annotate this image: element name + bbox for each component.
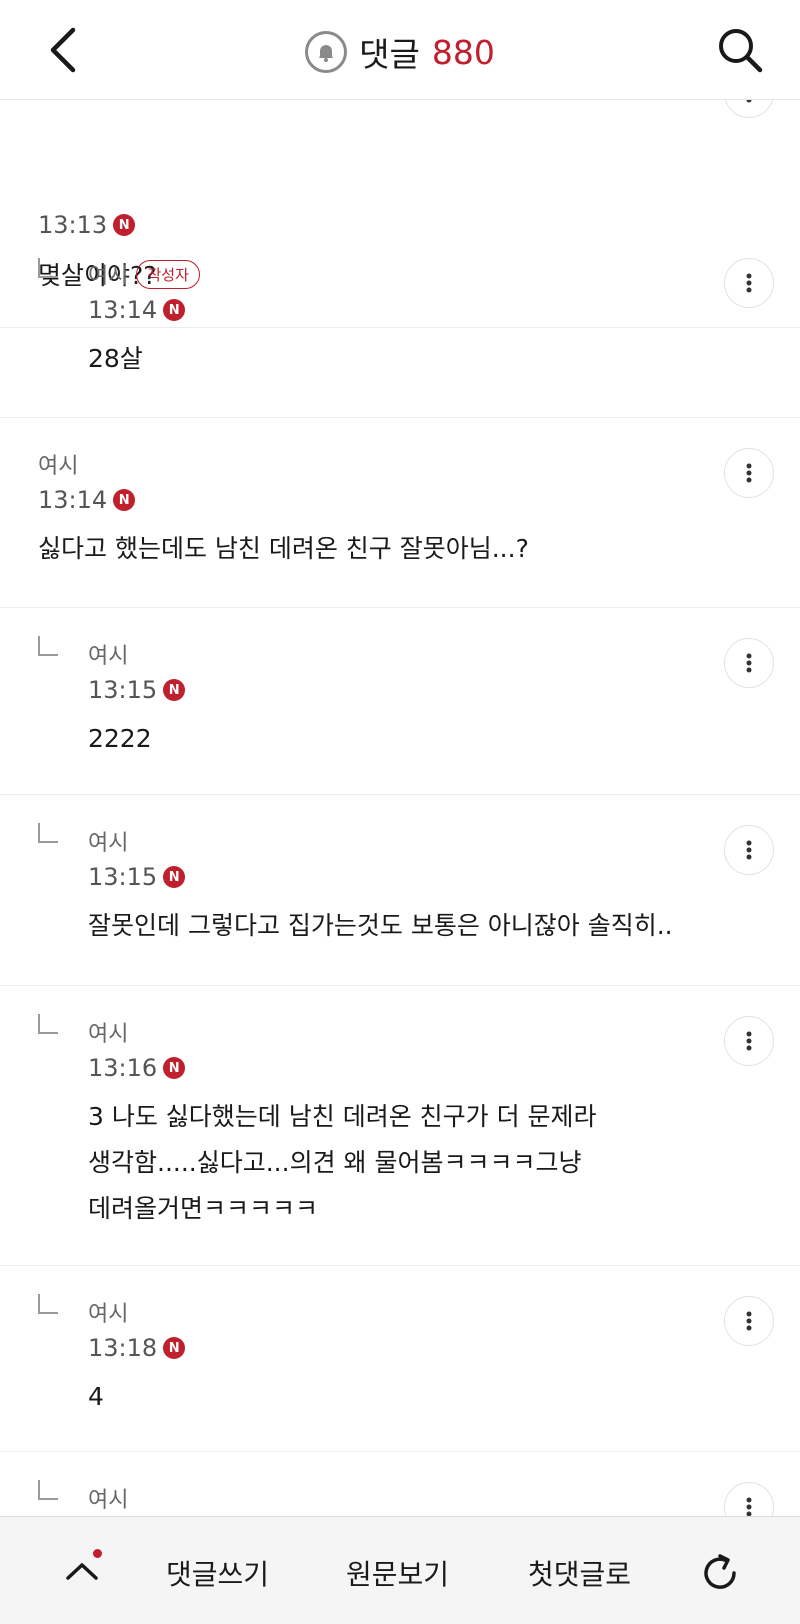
more-vertical-icon: [746, 1311, 752, 1331]
comment-time: 13:14 N: [38, 486, 136, 514]
comment-author: 여시: [38, 454, 79, 479]
write-comment-button[interactable]: 댓글쓰기: [166, 1553, 269, 1593]
comment-author: 여시 작성자: [88, 258, 200, 290]
reply-indicator-icon: [38, 1014, 58, 1034]
comment-time: 13:18 N: [88, 1334, 186, 1362]
comment-item: 여시 작성자 13:14 N 28살: [0, 228, 800, 418]
comment-text: 4: [88, 1382, 104, 1411]
new-badge: N: [163, 679, 186, 701]
comment-item: 여시 13:15 N 2222: [0, 608, 800, 795]
comment-time: 13:15 N: [88, 676, 186, 704]
comment-item: 여시 13:18 N 4: [0, 1266, 800, 1452]
more-options-button[interactable]: [724, 1016, 774, 1066]
new-badge: N: [163, 1057, 186, 1079]
comment-count: 880: [431, 32, 495, 72]
comment-author: 여시: [88, 1302, 129, 1327]
comment-author: 여시: [88, 1488, 129, 1513]
reply-indicator-icon: [38, 1294, 58, 1314]
more-options-button[interactable]: [724, 825, 774, 875]
more-vertical-icon: [746, 1031, 752, 1051]
more-vertical-icon: [746, 653, 752, 673]
more-options-button[interactable]: [724, 638, 774, 688]
top-bar: 댓글 880: [0, 0, 800, 100]
reply-indicator-icon: [38, 823, 58, 843]
comment-item: 여시 13:16 N 3 나도 싫다했는데 남친 데려온 친구가 더 문제라 생각…: [0, 986, 800, 1266]
refresh-icon: [704, 1554, 736, 1589]
page-title: 댓글: [359, 35, 420, 74]
comment-text-line: 생각함.....싫다고...의견 왜 물어봄ㅋㅋㅋㅋ그냥: [88, 1148, 582, 1177]
comment-text-line: 3 나도 싫다했는데 남친 데려온 친구가 더 문제라: [88, 1102, 597, 1131]
more-vertical-icon: [746, 1497, 752, 1516]
comment-item: 여시 13:14 N 싫다고 했는데도 남친 데려온 친구 잘못아님...?: [0, 418, 800, 608]
more-options-button[interactable]: [724, 448, 774, 498]
comment-author: 여시: [88, 1022, 129, 1047]
search-button[interactable]: [708, 18, 772, 82]
reply-indicator-icon: [38, 636, 58, 656]
new-badge: N: [163, 866, 186, 888]
comment-text-line: 데려올거면ㅋㅋㅋㅋㅋ: [88, 1194, 319, 1223]
comment-list: 13:13 N 몇살이야?? 여시 작성자 13:14 N 28살 여시 13:14…: [0, 100, 800, 1516]
new-badge: N: [163, 1337, 186, 1359]
author-badge: 작성자: [136, 259, 200, 289]
scroll-top-button[interactable]: [56, 1545, 108, 1597]
more-vertical-icon: [746, 100, 752, 103]
comment-item: 여시 13:15 N 잘못인데 그렇다고 집가는것도 보통은 아니잖아 솔직히..: [0, 795, 800, 986]
search-icon: [719, 29, 763, 73]
comment-text: 2222: [88, 724, 152, 753]
more-vertical-icon: [746, 273, 752, 293]
comment-time: 13:14 N: [88, 296, 186, 324]
reply-indicator-icon: [38, 1480, 58, 1500]
header-title-group: 댓글 880: [0, 28, 800, 76]
more-options-button[interactable]: [724, 1296, 774, 1346]
more-vertical-icon: [746, 840, 752, 860]
new-badge: N: [163, 299, 186, 321]
new-badge: N: [113, 489, 136, 511]
bottom-toolbar: 댓글쓰기 원문보기 첫댓글로: [0, 1516, 800, 1624]
bell-icon[interactable]: [305, 31, 348, 73]
more-vertical-icon: [746, 463, 752, 483]
reply-indicator-icon: [38, 258, 58, 278]
comment-time: 13:16 N: [88, 1054, 186, 1082]
comment-item: 여시: [0, 1452, 800, 1516]
more-options-button[interactable]: [724, 100, 774, 118]
comment-text: 3 나도 싫다했는데 남친 데려온 친구가 더 문제라 생각함.....싫다고.…: [88, 1094, 728, 1232]
comment-text: 28살: [88, 344, 143, 373]
comment-author: 여시: [88, 831, 129, 856]
refresh-button[interactable]: [692, 1545, 748, 1601]
comment-time: 13:15 N: [88, 863, 186, 891]
comment-author: 여시: [88, 644, 129, 669]
comment-text: 잘못인데 그렇다고 집가는것도 보통은 아니잖아 솔직히..: [88, 911, 673, 940]
first-comment-button[interactable]: 첫댓글로: [528, 1553, 631, 1593]
notification-dot: [93, 1549, 102, 1558]
view-original-button[interactable]: 원문보기: [346, 1553, 449, 1593]
more-options-button[interactable]: [724, 258, 774, 308]
comment-text: 싫다고 했는데도 남친 데려온 친구 잘못아님...?: [38, 534, 529, 563]
chevron-up-icon: [66, 1563, 98, 1580]
more-options-button[interactable]: [724, 1482, 774, 1516]
